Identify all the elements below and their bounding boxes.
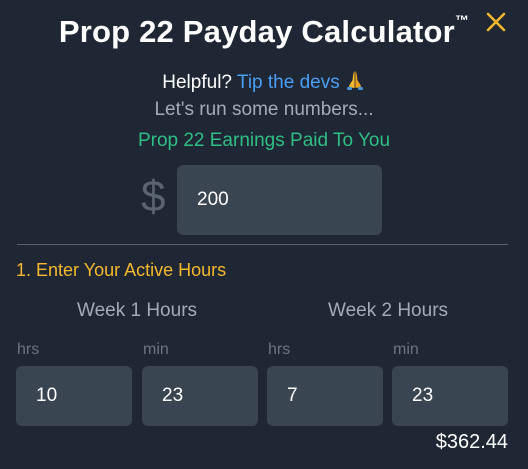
title-text: Prop 22 Payday Calculator (58, 14, 455, 49)
week-1-min-label: min (143, 341, 169, 358)
currency-symbol: $ (141, 172, 166, 221)
week-2-title: Week 2 Hours (327, 300, 449, 321)
trademark-symbol: ™ (454, 12, 470, 28)
week-1-hrs-label: hrs (17, 341, 40, 358)
week-1-hours-input[interactable]: 10 (16, 366, 132, 426)
divider (17, 244, 508, 245)
earnings-input[interactable]: 200 (177, 165, 382, 235)
tip-link-label: Tip the devs (236, 72, 340, 94)
week-2-min-label: min (393, 341, 419, 358)
tip-line: Helpful? Tip the devs (0, 69, 528, 97)
total-amount: $362.44 (435, 431, 508, 453)
week-2-hrs-label: hrs (268, 341, 291, 358)
week-1-title: Week 1 Hours (76, 300, 198, 321)
subtitle: Let's run some numbers... (154, 99, 374, 120)
tip-the-devs-link[interactable]: Tip the devs (236, 71, 366, 94)
section-title: 1. Enter Your Active Hours (16, 260, 227, 280)
praying-hands-icon (344, 69, 366, 97)
close-icon (486, 12, 506, 32)
week-2-hours-input[interactable]: 7 (267, 366, 383, 426)
tip-prefix: Helpful? (162, 72, 237, 94)
page-title: Prop 22 Payday Calculator™ (0, 12, 528, 50)
week-2-minutes-input[interactable]: 23 (392, 366, 508, 426)
week-1-minutes-input[interactable]: 23 (142, 366, 258, 426)
earnings-label: Prop 22 Earnings Paid To You (137, 130, 391, 151)
close-button[interactable] (484, 10, 508, 34)
